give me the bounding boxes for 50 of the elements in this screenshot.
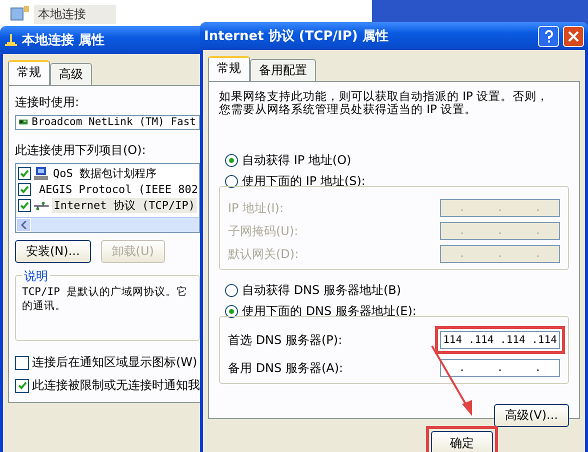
- list-item[interactable]: QoS 数据包计划程序: [51, 166, 158, 182]
- field-label: 默认网关(D):: [228, 246, 299, 262]
- field-label: 子网掩码(U):: [228, 222, 298, 240]
- advanced-button[interactable]: 高级(V)...: [494, 404, 569, 427]
- description-text: 的通讯。: [22, 300, 67, 312]
- tab[interactable]: 常规: [208, 56, 250, 81]
- checkbox[interactable]: [15, 356, 29, 370]
- computer-icon: [34, 167, 48, 180]
- radio-label: 自动获得 IP 地址(O): [242, 152, 352, 169]
- check-icon: [18, 381, 26, 390]
- network-icon: [34, 200, 49, 211]
- field-label: 备用 DNS 服务器(A):: [228, 360, 344, 376]
- description-text: TCP/IP 是默认的广域网协议。它: [22, 286, 188, 298]
- checkbox-label: 连接后在通知区域显示图标(W): [32, 354, 198, 371]
- connection-icon: [4, 33, 18, 47]
- radio-button[interactable]: [225, 284, 238, 297]
- checkbox[interactable]: [18, 199, 31, 212]
- help-icon: [544, 30, 554, 42]
- close-button[interactable]: [563, 26, 584, 46]
- adapter-field: Broadcom NetLink (TM) Fast: [15, 115, 200, 130]
- window-title: Internet 协议 (TCP/IP) 属性: [204, 28, 390, 45]
- scrollbar[interactable]: [16, 216, 199, 232]
- annotation-arrow: [431, 346, 472, 416]
- field-label: 连接时使用:: [15, 94, 80, 111]
- radio-label: 自动获得 DNS 服务器地址(B): [242, 282, 402, 299]
- checkbox[interactable]: [18, 183, 31, 196]
- close-icon: [568, 30, 579, 42]
- ok-button[interactable]: 确定: [431, 431, 493, 452]
- list-item[interactable]: AEGIS Protocol (IEEE 802: [37, 183, 200, 196]
- field-label: IP 地址(I):: [228, 200, 284, 216]
- ip-address-field[interactable]: 114 .114 .114 .114: [440, 331, 560, 349]
- help-button[interactable]: [538, 26, 559, 46]
- tab[interactable]: 常规: [8, 60, 50, 85]
- checkbox[interactable]: [18, 167, 31, 180]
- radio-button[interactable]: [225, 305, 238, 318]
- checkbox[interactable]: [15, 378, 29, 392]
- ip-address-field[interactable]: . . .: [440, 359, 560, 377]
- field-label: 首选 DNS 服务器(P):: [228, 332, 342, 348]
- list-item[interactable]: Internet 协议 (TCP/IP): [52, 198, 197, 214]
- list-label: 此连接使用下列项目(O):: [15, 142, 147, 159]
- intro-text: 如果网络支持此功能，则可以获取自动指派的 IP 设置。否则， 您需要从网络系统管理员处获得适当的 IP 设置。: [219, 90, 550, 116]
- connection-label: 本地连接: [34, 4, 116, 24]
- radio-button[interactable]: [225, 175, 238, 188]
- checkbox-label: 此连接被限制或无连接时通知我: [32, 377, 200, 394]
- action-button[interactable]: 安装(N)...: [15, 240, 91, 263]
- tab[interactable]: 备用配置: [250, 59, 316, 81]
- tab[interactable]: 高级: [50, 63, 92, 85]
- group-title: 说明: [22, 268, 50, 285]
- radio-button[interactable]: [225, 154, 238, 167]
- network-card-icon: [19, 117, 28, 128]
